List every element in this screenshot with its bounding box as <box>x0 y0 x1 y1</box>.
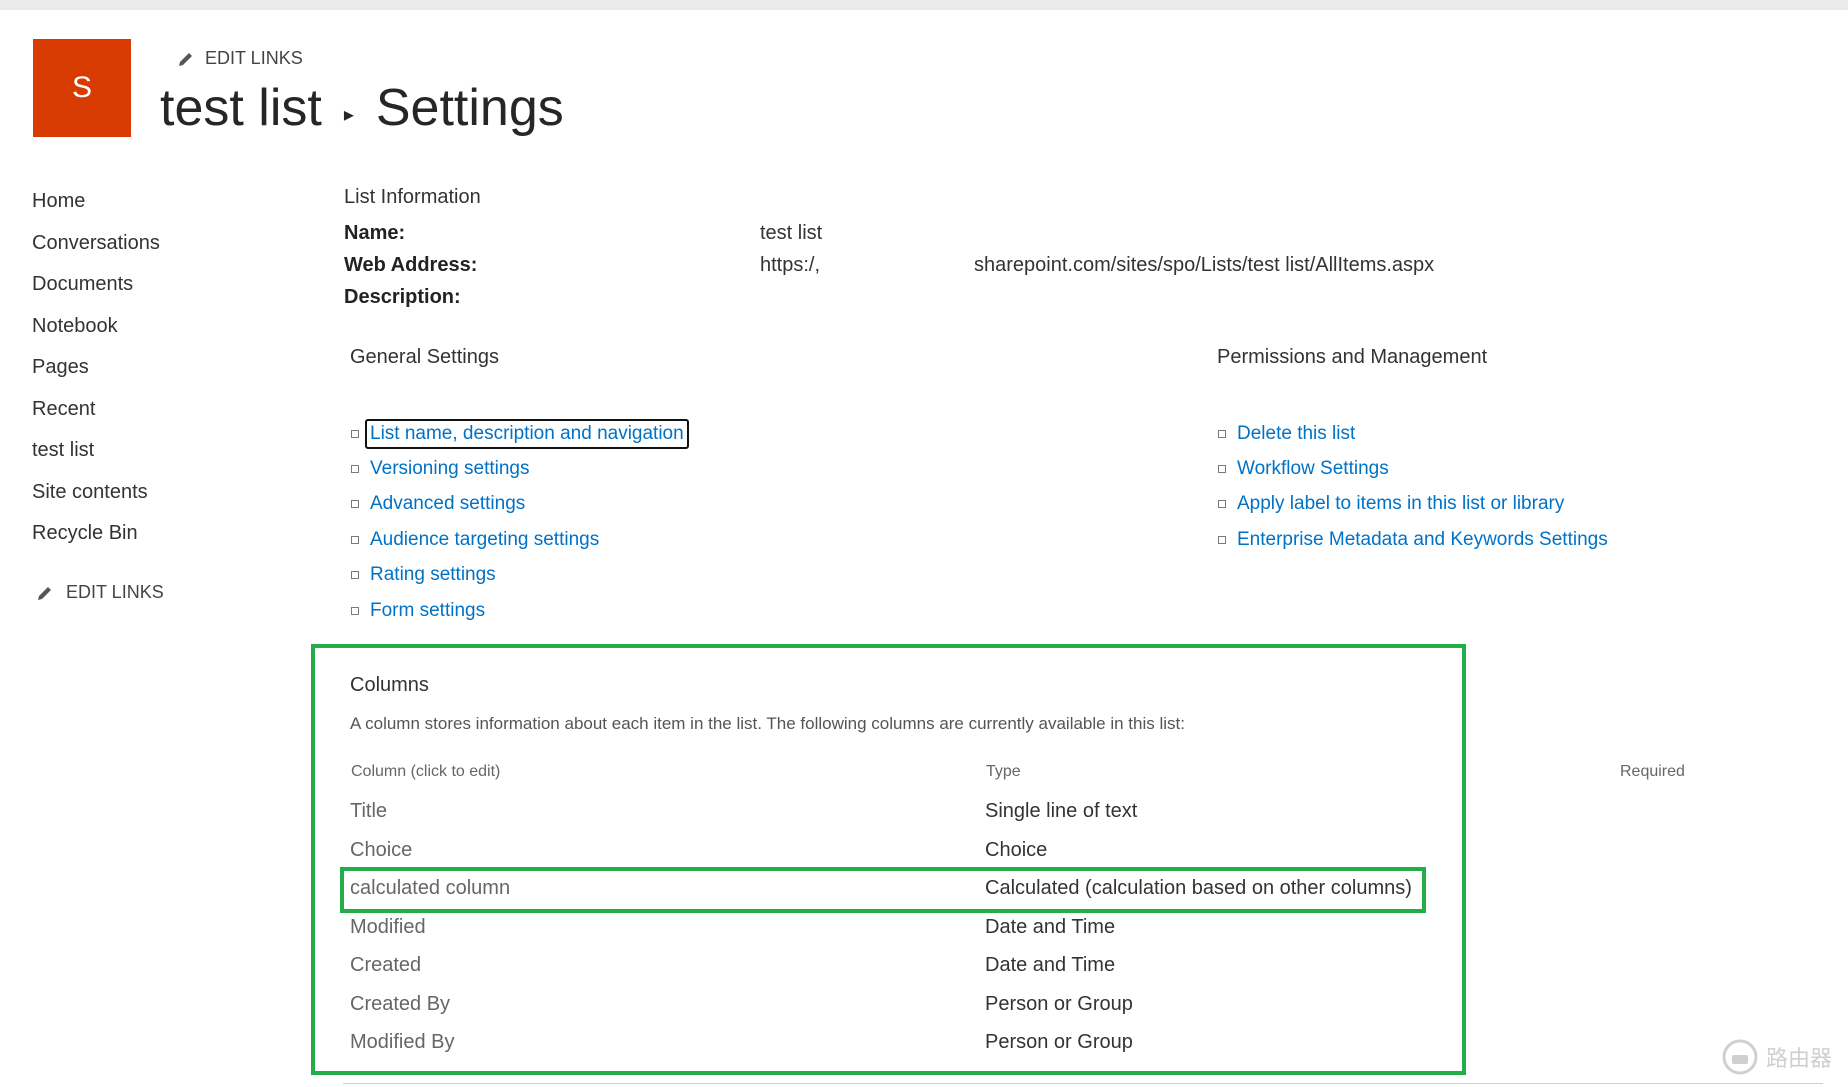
list-item: Workflow Settings <box>1218 451 1608 486</box>
breadcrumb-parent[interactable]: test list <box>160 78 322 138</box>
link-form-settings[interactable]: Form settings <box>370 600 485 622</box>
general-settings-links: List name, description and navigation Ve… <box>351 416 689 628</box>
nav-item-conversations[interactable]: Conversations <box>32 228 160 270</box>
column-name-link[interactable]: Modified By <box>350 1031 455 1054</box>
bullet-icon <box>351 571 359 580</box>
bottom-divider <box>343 1083 1823 1084</box>
general-settings-heading: General Settings <box>350 346 499 368</box>
link-audience-targeting-settings[interactable]: Audience targeting settings <box>370 529 599 551</box>
bullet-icon <box>351 500 359 509</box>
list-information-heading: List Information <box>344 186 481 208</box>
permissions-management-heading: Permissions and Management <box>1217 346 1488 368</box>
list-item: Advanced settings <box>351 487 689 522</box>
column-type: Person or Group <box>985 992 1133 1015</box>
breadcrumb-arrow-icon: ▸ <box>343 103 354 126</box>
nav-item-documents[interactable]: Documents <box>32 269 160 311</box>
breadcrumb-current: Settings <box>375 79 564 137</box>
list-item: Form settings <box>351 593 689 628</box>
column-name-link[interactable]: calculated column <box>350 877 510 900</box>
description-label: Description: <box>344 286 461 308</box>
page-title: test list ▸ Settings <box>160 78 564 138</box>
link-advanced-settings[interactable]: Advanced settings <box>370 493 525 515</box>
nav-item-recycle-bin[interactable]: Recycle Bin <box>32 518 160 560</box>
list-item: Apply label to items in this list or lib… <box>1218 487 1608 522</box>
nav-item-home[interactable]: Home <box>32 186 160 228</box>
site-logo-letter: S <box>71 71 92 104</box>
table-row: calculated column Calculated (calculatio… <box>350 877 1450 916</box>
web-address-path: sharepoint.com/sites/spo/Lists/test list… <box>974 254 1435 276</box>
top-strip <box>0 0 1848 10</box>
edit-links-nav-label: EDIT LINKS <box>66 582 164 602</box>
list-item: List name, description and navigation <box>351 416 689 451</box>
link-rating-settings[interactable]: Rating settings <box>370 564 496 586</box>
list-item: Audience targeting settings <box>351 522 689 557</box>
nav-item-notebook[interactable]: Notebook <box>32 311 160 353</box>
list-item: Rating settings <box>351 558 689 593</box>
link-versioning-settings[interactable]: Versioning settings <box>370 458 530 480</box>
bullet-icon <box>351 429 359 438</box>
column-type: Choice <box>985 838 1048 861</box>
column-type: Person or Group <box>985 1031 1133 1053</box>
nav-item-pages[interactable]: Pages <box>32 352 160 394</box>
bullet-icon <box>351 606 359 615</box>
left-nav: Home Conversations Documents Notebook Pa… <box>32 186 160 560</box>
nav-item-site-contents[interactable]: Site contents <box>32 477 160 519</box>
columns-description: A column stores information about each i… <box>350 714 1185 733</box>
columns-heading: Columns <box>350 674 429 696</box>
bullet-icon <box>1218 429 1226 438</box>
column-name-link[interactable]: Choice <box>350 839 412 862</box>
column-header-type: Type <box>986 763 1021 780</box>
column-name-link[interactable]: Created <box>350 954 421 977</box>
column-header-name: Column (click to edit) <box>351 763 501 780</box>
edit-links-nav[interactable]: EDIT LINKS <box>36 582 164 603</box>
bullet-icon <box>1218 500 1226 509</box>
column-name-link[interactable]: Created By <box>350 993 450 1016</box>
column-header-required: Required <box>1620 763 1685 780</box>
table-row: Created By Person or Group <box>350 993 1450 1032</box>
name-value: test list <box>760 222 823 244</box>
table-row: Modified By Person or Group <box>350 1031 1450 1070</box>
link-apply-label[interactable]: Apply label to items in this list or lib… <box>1237 493 1564 515</box>
watermark: 路由器 <box>1722 1039 1832 1075</box>
list-item: Versioning settings <box>351 451 689 486</box>
column-type: Calculated (calculation based on other c… <box>985 877 1412 899</box>
name-label: Name: <box>344 222 406 244</box>
link-workflow-settings[interactable]: Workflow Settings <box>1237 458 1389 480</box>
link-delete-this-list[interactable]: Delete this list <box>1237 423 1355 445</box>
edit-links-top-label: EDIT LINKS <box>205 48 303 68</box>
web-address-label: Web Address: <box>344 254 478 276</box>
edit-links-top[interactable]: EDIT LINKS <box>177 48 303 69</box>
column-type: Date and Time <box>985 954 1116 976</box>
permissions-links: Delete this list Workflow Settings Apply… <box>1218 416 1608 558</box>
link-enterprise-metadata-keywords[interactable]: Enterprise Metadata and Keywords Setting… <box>1237 529 1608 551</box>
bullet-icon <box>1218 465 1226 474</box>
bullet-icon <box>1218 535 1226 544</box>
link-list-name-description-navigation[interactable]: List name, description and navigation <box>365 418 689 449</box>
router-logo-icon <box>1722 1039 1758 1075</box>
site-logo[interactable]: S <box>33 39 131 137</box>
pencil-icon <box>179 52 192 66</box>
nav-item-recent[interactable]: Recent <box>32 394 160 436</box>
list-item: Enterprise Metadata and Keywords Setting… <box>1218 522 1608 557</box>
column-type: Single line of text <box>985 800 1138 822</box>
pencil-icon <box>38 586 51 600</box>
column-name-link[interactable]: Title <box>350 800 387 823</box>
column-type: Date and Time <box>985 915 1116 938</box>
bullet-icon <box>351 535 359 544</box>
column-name-link[interactable]: Modified <box>350 916 426 939</box>
table-row: Modified Date and Time <box>350 916 1450 955</box>
nav-item-test-list[interactable]: test list <box>32 435 160 477</box>
table-row: Created Date and Time <box>350 954 1450 993</box>
bullet-icon <box>351 465 359 474</box>
table-row: Title Single line of text <box>350 800 1450 839</box>
watermark-text: 路由器 <box>1765 1046 1832 1071</box>
web-address-prefix: https:/, <box>760 254 821 276</box>
list-item: Delete this list <box>1218 416 1608 451</box>
